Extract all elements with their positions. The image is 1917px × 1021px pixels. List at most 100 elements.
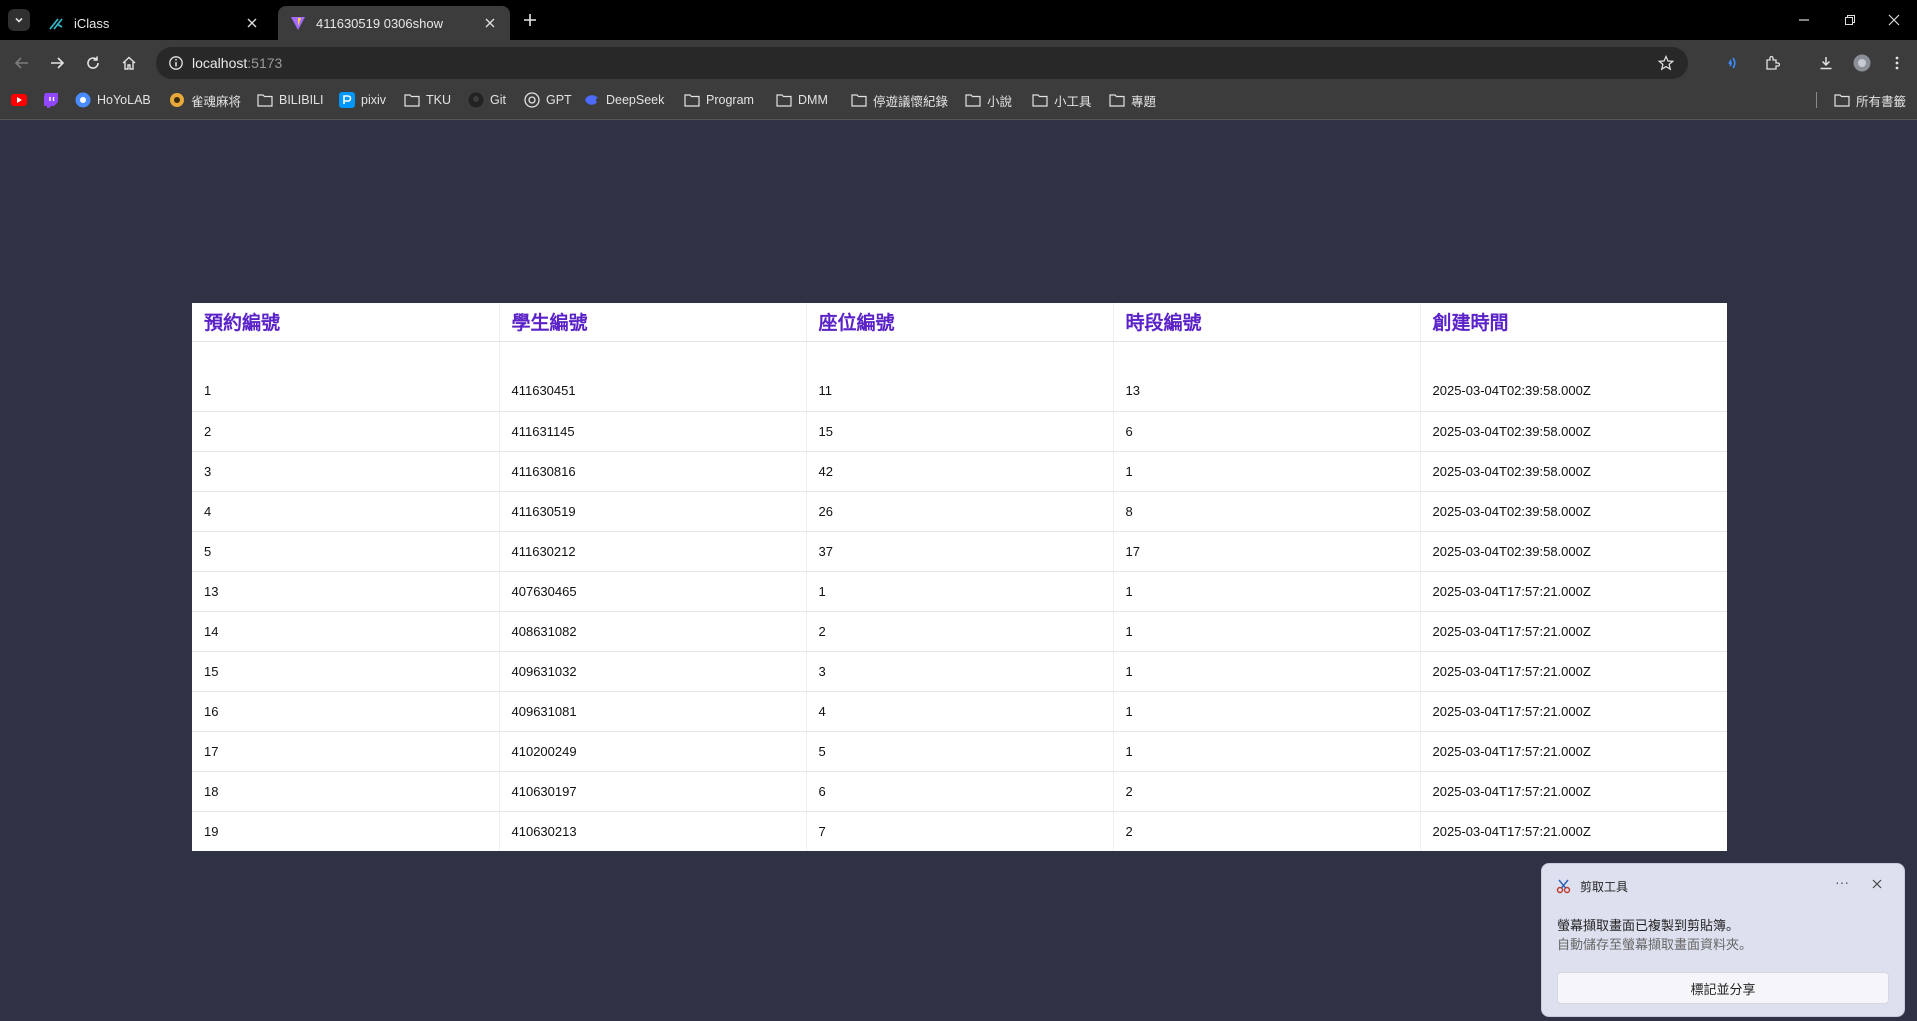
bookmark-label: 小說 (987, 94, 1013, 109)
youtube-icon (11, 92, 27, 108)
all-bookmarks-button[interactable]: 所有書籤 (1834, 86, 1906, 114)
cell-created-at: 2025-03-04T17:57:21.000Z (1420, 571, 1727, 612)
bookmark-label: 專題 (1131, 94, 1157, 109)
cell-seat-id: 7 (806, 811, 1114, 851)
cell-timeslot-id: 8 (1113, 491, 1421, 532)
bookmark-label: Program (706, 93, 754, 107)
notification-close-button[interactable] (1868, 875, 1886, 893)
cell-student-id: 411630816 (499, 451, 807, 492)
deepseek-icon (584, 92, 600, 108)
cell-reservation-id: 18 (192, 771, 500, 812)
cell-seat-id: 3 (806, 651, 1114, 692)
bookmark-star-icon[interactable] (1656, 53, 1676, 73)
tab-title: iClass (74, 15, 110, 31)
bookmark-deepseek[interactable]: DeepSeek (584, 86, 664, 114)
bookmark-label: HoYoLAB (97, 93, 151, 107)
chevron-down-icon (15, 17, 23, 23)
cell-student-id: 411630212 (499, 531, 807, 572)
minimize-button[interactable] (1792, 8, 1816, 32)
cell-timeslot-id: 1 (1113, 691, 1421, 732)
bookmark-twitch[interactable] (43, 86, 65, 114)
markup-and-share-button[interactable]: 標記並分享 (1557, 972, 1889, 1004)
cell-created-at: 2025-03-04T02:39:58.000Z (1420, 411, 1727, 452)
bookmark-bilibili[interactable]: BILIBILI (257, 86, 323, 114)
cell-timeslot-id: 2 (1113, 771, 1421, 812)
cell-reservation-id: 5 (192, 531, 500, 572)
folder-icon (776, 92, 792, 108)
bookmark-mahjong[interactable]: 雀魂麻将 (169, 86, 241, 114)
arrow-left-icon (14, 57, 28, 69)
bookmark-label: TKU (426, 93, 451, 107)
bookmark-gpt[interactable]: GPT (524, 86, 572, 114)
pixiv-icon (339, 92, 355, 108)
cell-student-id: 410200249 (499, 731, 807, 772)
reservations-table: 預約編號 學生編號 座位編號 時段編號 創建時間 1 411630451 11 13 2… (192, 303, 1727, 851)
bookmark-label: pixiv (361, 93, 387, 107)
table-row: 19 410630213 7 2 2025-03-04T17:57:21.000Z (192, 811, 1727, 851)
close-window-button[interactable] (1882, 8, 1906, 32)
arrow-right-icon (51, 57, 65, 69)
header-timeslot-id: 時段編號 (1113, 303, 1421, 342)
bookmark-tools[interactable]: 小工具 (1032, 86, 1092, 114)
home-button[interactable] (117, 51, 141, 75)
bookmark-novel[interactable]: 小說 (965, 86, 1012, 114)
menu-icon[interactable] (1885, 51, 1909, 75)
reservations-table-container: 預約編號 學生編號 座位編號 時段編號 創建時間 1 411630451 11 13 2… (192, 303, 1727, 851)
bookmark-program[interactable]: Program (684, 86, 754, 114)
cell-seat-id: 4 (806, 691, 1114, 732)
bookmark-project[interactable]: 專題 (1109, 86, 1156, 114)
cell-reservation-id: 13 (192, 571, 500, 612)
profile-avatar[interactable] (1850, 51, 1874, 75)
bookmark-label: DMM (798, 93, 828, 107)
cell-student-id: 411631145 (499, 411, 807, 452)
address-bar[interactable]: localhost:5173 (156, 47, 1688, 79)
all-bookmarks-label: 所有書籤 (1856, 94, 1907, 109)
cell-seat-id: 37 (806, 531, 1114, 572)
tab-search-button[interactable] (8, 9, 30, 31)
url-host: localhost (192, 55, 248, 71)
bookmark-youtube[interactable] (11, 86, 33, 114)
tab-iclass[interactable]: iClass (36, 6, 272, 40)
cell-seat-id: 15 (806, 411, 1114, 452)
cell-created-at: 2025-03-04T17:57:21.000Z (1432, 823, 1591, 839)
bookmark-label: GPT (546, 93, 572, 107)
table-row: 13 407630465 1 1 2025-03-04T17:57:21.000Z (192, 571, 1727, 612)
home-icon (122, 56, 136, 70)
cell-student-id: 410630197 (499, 771, 807, 812)
cell-timeslot-id: 1 (1113, 571, 1421, 612)
iclass-icon (48, 15, 64, 31)
bookmark-git[interactable]: Git (468, 86, 506, 114)
close-icon (1872, 879, 1882, 889)
cast-extension-icon[interactable] (1723, 51, 1747, 75)
snipping-tool-notification[interactable]: 剪取工具 ··· 螢幕擷取畫面已複製到剪貼簿。 自動儲存至螢幕擷取畫面資料夾。 … (1541, 863, 1905, 1017)
bookmark-label: DeepSeek (606, 93, 665, 107)
cell-seat-id: 5 (806, 731, 1114, 772)
vite-icon (290, 15, 306, 31)
reload-button[interactable] (81, 51, 105, 75)
restore-button[interactable] (1838, 8, 1862, 32)
forward-button[interactable] (45, 51, 69, 75)
new-tab-button[interactable] (520, 10, 540, 30)
table-row: 4 411630519 26 8 2025-03-04T02:39:58.000Z (192, 491, 1727, 532)
close-icon[interactable] (244, 15, 260, 31)
cell-reservation-id: 4 (192, 491, 500, 532)
url-text[interactable]: localhost:5173 (192, 55, 282, 71)
bookmark-game-log[interactable]: 停遊議懷紀錄 (851, 86, 948, 114)
download-icon[interactable] (1814, 51, 1838, 75)
notification-more-button[interactable]: ··· (1832, 874, 1852, 894)
bookmark-hoyolab[interactable]: HoYoLAB (75, 86, 151, 114)
extensions-icon[interactable] (1760, 51, 1784, 75)
cell-student-id: 410630213 (499, 811, 807, 851)
bookmark-pixiv[interactable]: pixiv (339, 86, 386, 114)
site-info-icon[interactable] (166, 53, 186, 73)
tab-active[interactable]: 411630519 0306show (278, 6, 510, 40)
cell-reservation-id: 19 (192, 811, 500, 851)
bookmark-label: 小工具 (1054, 94, 1092, 109)
bookmark-tku[interactable]: TKU (404, 86, 451, 114)
cell-created-at: 2025-03-04T02:39:58.000Z (1420, 371, 1727, 412)
cell-created-at: 2025-03-04T17:57:21.000Z (1420, 771, 1727, 812)
close-icon[interactable] (482, 15, 498, 31)
restore-icon (1845, 15, 1855, 25)
bookmark-dmm[interactable]: DMM (776, 86, 828, 114)
back-button[interactable] (10, 51, 34, 75)
